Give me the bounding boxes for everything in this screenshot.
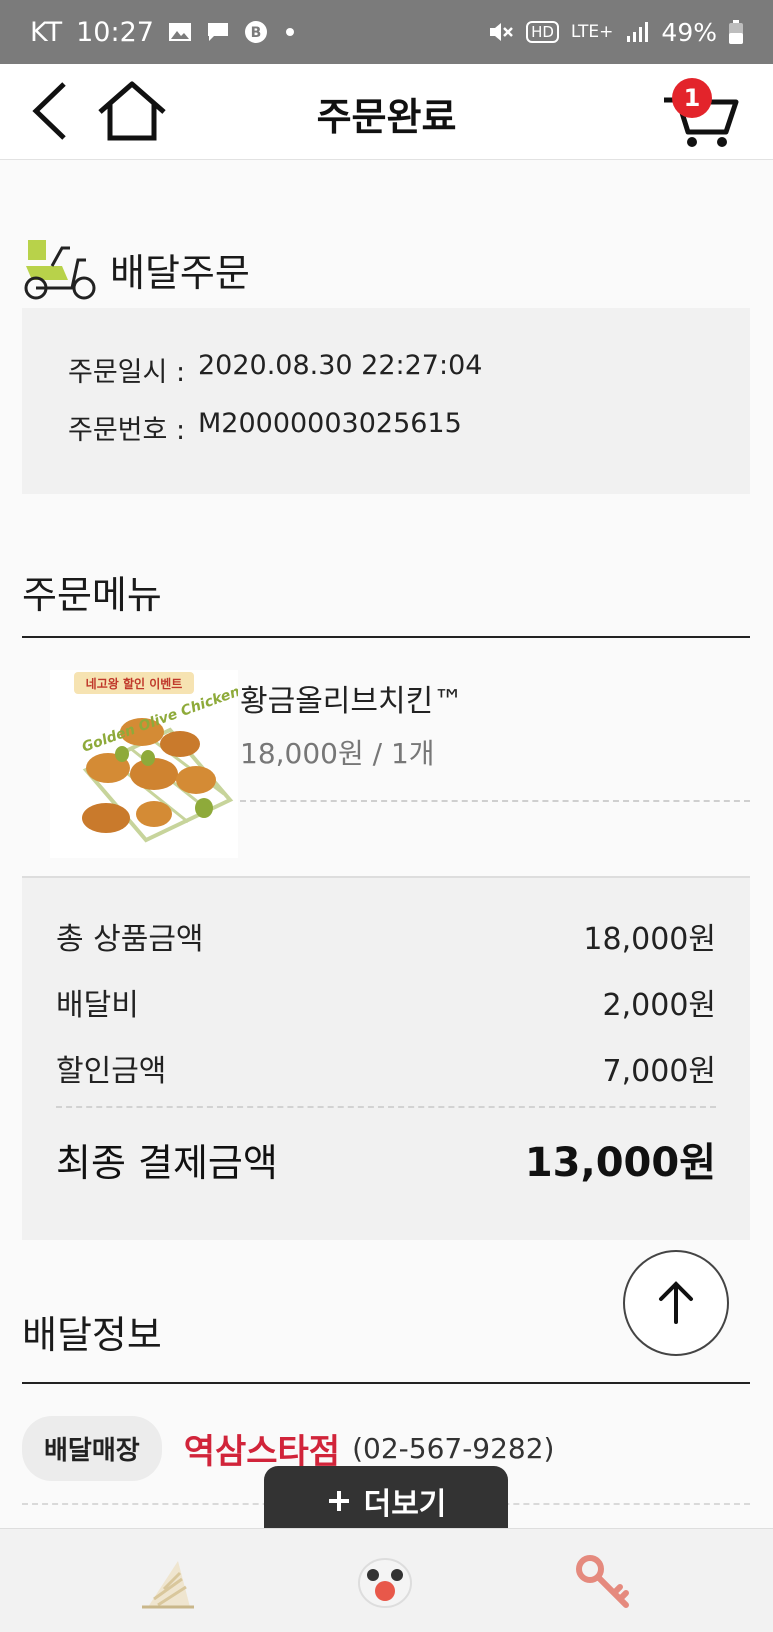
menu-item-price: 18,000원 / 1개 xyxy=(240,737,435,770)
order-number-value: M20000003025615 xyxy=(198,408,462,439)
nav-item-mypage[interactable] xyxy=(570,1549,636,1615)
order-menu-heading: 주문메뉴 xyxy=(22,564,162,619)
delivery-info-title: 배달정보 xyxy=(22,1313,162,1357)
svg-text:B: B xyxy=(251,25,262,41)
price-value: 7,000원 xyxy=(602,1054,716,1089)
cart-count-badge: 1 xyxy=(672,78,712,118)
scooter-icon xyxy=(24,240,96,300)
mute-icon xyxy=(490,23,513,41)
cart-button[interactable]: 1 xyxy=(662,78,742,148)
key-icon xyxy=(576,1555,629,1608)
more-button-label: 더보기 xyxy=(363,1487,447,1522)
bottom-nav xyxy=(0,1528,773,1632)
menu-item[interactable]: 네고왕 할인 이벤트 Golden Olive Chicken 황금올리브치킨™… xyxy=(22,660,750,870)
order-menu-title: 주문메뉴 xyxy=(22,573,162,617)
more-notify-icon xyxy=(285,28,294,36)
store-label-badge: 배달매장 xyxy=(22,1416,162,1481)
status-bar: KT 10:27 B HD LTE+ 49% xyxy=(0,0,773,64)
order-info-box: 주문일시 : 2020.08.30 22:27:04 주문번호 : M20000… xyxy=(22,308,750,494)
message-icon xyxy=(207,23,228,41)
battery-label: 49% xyxy=(661,17,717,47)
carrier-label: KT xyxy=(30,16,63,48)
page-title: 주문완료 xyxy=(316,95,457,139)
delivery-order-title: 배달주문 xyxy=(110,250,250,295)
delivery-info-heading: 배달정보 xyxy=(22,1304,162,1359)
ice-cream-icon xyxy=(142,1561,194,1609)
price-value: 18,000원 xyxy=(583,922,716,957)
price-row-total: 총 상품금액 18,000원 xyxy=(56,914,716,958)
scroll-top-button[interactable] xyxy=(623,1250,729,1356)
store-phone[interactable]: (02-567-9282) xyxy=(352,1432,554,1465)
order-number-label: 주문번호 : xyxy=(68,415,186,446)
order-menu-divider xyxy=(22,636,750,638)
order-date-row: 주문일시 : 2020.08.30 22:27:04 xyxy=(68,350,750,408)
image-banner-text: 네고왕 할인 이벤트 xyxy=(86,676,183,691)
menu-item-name: 황금올리브치킨™ xyxy=(240,684,464,719)
gallery-icon xyxy=(168,23,191,41)
price-row-delivery: 배달비 2,000원 xyxy=(56,980,716,1024)
mascot-icon xyxy=(358,1558,412,1608)
price-label: 할인금액 xyxy=(56,1054,167,1089)
order-date-value: 2020.08.30 22:27:04 xyxy=(198,350,483,381)
delivery-info-divider xyxy=(22,1382,750,1384)
chicken-image: 네고왕 할인 이벤트 Golden Olive Chicken xyxy=(50,670,238,858)
price-label: 배달비 xyxy=(56,988,139,1023)
nav-item-home[interactable] xyxy=(352,1549,418,1615)
app-notify-icon: B xyxy=(244,21,267,43)
nav-item-menu[interactable] xyxy=(134,1549,200,1615)
price-value: 2,000원 xyxy=(602,988,716,1023)
battery-icon xyxy=(729,20,743,44)
order-number-row: 주문번호 : M20000003025615 xyxy=(68,408,750,466)
clock-label: 10:27 xyxy=(76,16,154,48)
price-label: 총 상품금액 xyxy=(56,922,204,957)
hd-label: HD xyxy=(526,21,559,43)
network-label: LTE+ xyxy=(570,22,614,42)
price-summary: 총 상품금액 18,000원 배달비 2,000원 할인금액 7,000원 최종… xyxy=(22,876,750,1240)
more-button[interactable]: 더보기 xyxy=(264,1466,508,1536)
delivery-order-heading: 배달주문 xyxy=(22,236,250,302)
price-row-discount: 할인금액 7,000원 xyxy=(56,1046,716,1090)
status-left: KT 10:27 B xyxy=(30,17,294,48)
app-header: 주문완료 1 xyxy=(0,64,773,160)
final-price-row: 최종 결제금액 13,000원 xyxy=(56,1130,716,1188)
menu-item-divider xyxy=(240,800,750,802)
final-price-value: 13,000원 xyxy=(524,1140,716,1186)
arrow-up-icon xyxy=(659,1281,693,1324)
price-divider xyxy=(56,1106,716,1108)
plus-icon xyxy=(328,1491,349,1511)
status-right: HD LTE+ 49% xyxy=(488,18,743,47)
signal-icon xyxy=(627,22,649,42)
final-price-label: 최종 결제금액 xyxy=(56,1141,278,1185)
order-date-label: 주문일시 : xyxy=(68,357,186,388)
